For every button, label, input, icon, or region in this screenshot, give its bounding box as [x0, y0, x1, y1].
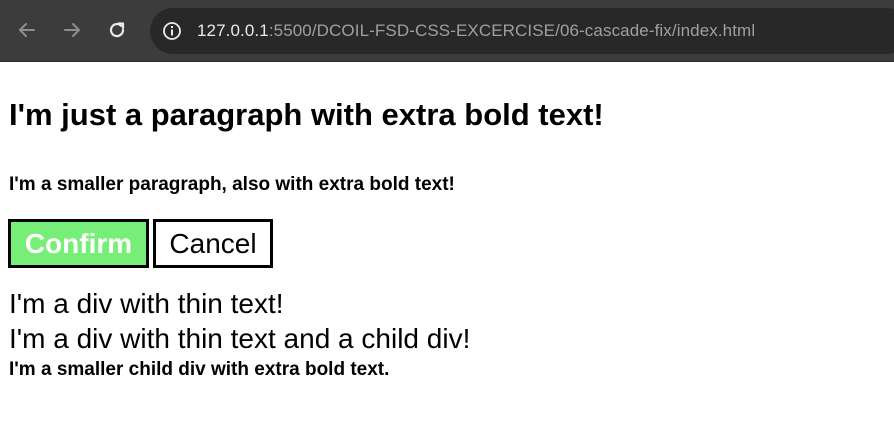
- url-path: :5500/DCOIL-FSD-CSS-EXCERCISE/06-cascade…: [268, 21, 756, 40]
- info-circle-icon: [163, 22, 181, 40]
- page-content: I'm just a paragraph with extra bold tex…: [0, 62, 894, 448]
- thin-text-div: I'm a div with thin text!: [9, 288, 284, 319]
- arrow-right-icon: [64, 23, 80, 37]
- cancel-button[interactable]: Cancel: [153, 219, 273, 268]
- site-info-button[interactable]: [161, 20, 183, 42]
- arrow-left-icon: [19, 23, 35, 37]
- confirm-button[interactable]: Confirm: [8, 219, 149, 268]
- large-paragraph: I'm just a paragraph with extra bold tex…: [9, 97, 604, 132]
- url-host: 127.0.0.1: [197, 21, 269, 40]
- child-div: I'm a smaller child div with extra bold …: [9, 359, 390, 380]
- browser-toolbar: 127.0.0.1:5500/DCOIL-FSD-CSS-EXCERCISE/0…: [0, 0, 894, 62]
- forward-button[interactable]: [60, 18, 84, 42]
- reload-button[interactable]: [105, 18, 129, 42]
- address-bar[interactable]: 127.0.0.1:5500/DCOIL-FSD-CSS-EXCERCISE/0…: [150, 8, 894, 54]
- back-button[interactable]: [15, 18, 39, 42]
- reload-icon: [109, 22, 125, 38]
- small-paragraph: I'm a smaller paragraph, also with extra…: [9, 174, 455, 195]
- url-text[interactable]: 127.0.0.1:5500/DCOIL-FSD-CSS-EXCERCISE/0…: [197, 21, 755, 41]
- parent-div: I'm a div with thin text and a child div…: [9, 323, 471, 354]
